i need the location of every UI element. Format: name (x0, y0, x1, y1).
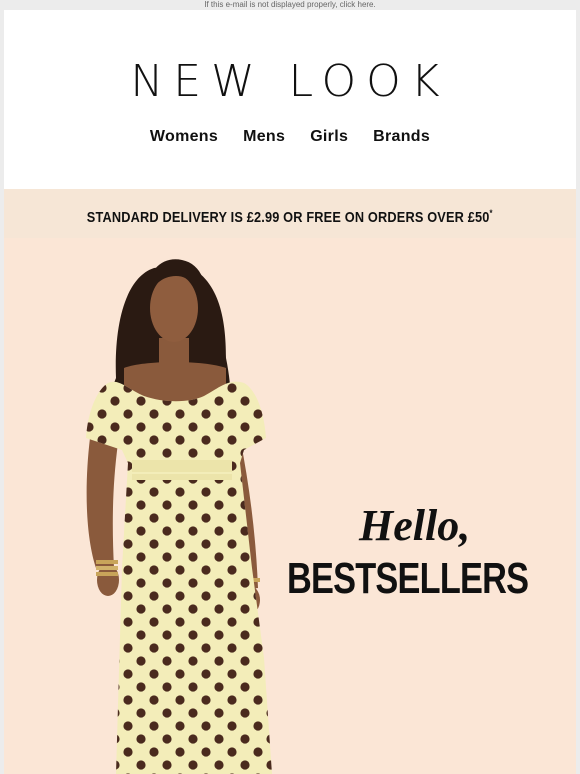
email-header: NEW LOOK Womens Mens Girls Brands (4, 10, 576, 189)
category-nav: Womens Mens Girls Brands (4, 128, 576, 146)
delivery-banner[interactable]: STANDARD DELIVERY IS £2.99 OR FREE ON OR… (4, 189, 576, 238)
brand-logo[interactable]: NEW LOOK (4, 56, 576, 107)
nav-link-girls[interactable]: Girls (310, 128, 348, 146)
nav-link-womens[interactable]: Womens (150, 128, 218, 146)
hero-headline-main: BESTSELLERS (287, 554, 529, 603)
hero-banner[interactable]: Hello, BESTSELLERS (4, 238, 576, 774)
email-card: NEW LOOK Womens Mens Girls Brands STANDA… (4, 10, 576, 774)
view-in-browser-link[interactable]: If this e-mail is not displayed properly… (204, 0, 375, 9)
preheader: If this e-mail is not displayed properly… (0, 0, 580, 10)
nav-link-brands[interactable]: Brands (373, 128, 430, 146)
hero-headline-script: Hello, (359, 501, 471, 550)
delivery-text: STANDARD DELIVERY IS £2.99 OR FREE ON OR… (87, 209, 490, 226)
nav-link-mens[interactable]: Mens (243, 128, 285, 146)
model-in-polka-dot-dress-image (86, 259, 272, 774)
delivery-asterisk: * (489, 208, 493, 218)
